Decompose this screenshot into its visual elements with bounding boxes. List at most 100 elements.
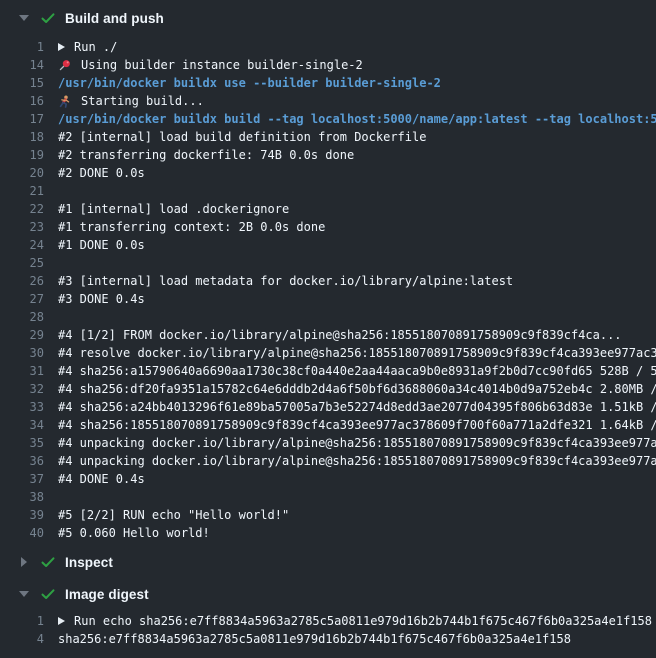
line-number[interactable]: 27 — [0, 292, 44, 306]
line-text: #2 [internal] load build definition from… — [58, 130, 426, 144]
section-header-inspect[interactable]: Inspect — [0, 548, 656, 576]
line-number[interactable]: 35 — [0, 436, 44, 450]
section-title: Image digest — [65, 587, 149, 602]
line-content: #1 [internal] load .dockerignore — [58, 202, 656, 216]
log-line: 1 Run echo sha256:e7ff8834a5963a2785c5a08… — [0, 612, 656, 630]
log-line: 37 #4 DONE 0.4s — [0, 470, 656, 488]
line-content: #4 sha256:a24bb4013296f61e89ba57005a7b3e… — [58, 400, 656, 414]
line-number[interactable]: 28 — [0, 310, 44, 324]
line-content: #1 transferring context: 2B 0.0s done — [58, 220, 656, 234]
line-number[interactable]: 17 — [0, 112, 44, 126]
line-number[interactable]: 30 — [0, 346, 44, 360]
line-text: #1 DONE 0.0s — [58, 238, 145, 252]
command-group-line[interactable]: Run echo sha256:e7ff8834a5963a2785c5a081… — [58, 614, 656, 628]
line-number[interactable]: 23 — [0, 220, 44, 234]
log-line: 1 Run ./ — [0, 38, 656, 56]
line-number[interactable]: 16 — [0, 94, 44, 108]
section-title: Inspect — [65, 555, 113, 570]
line-content: #1 DONE 0.0s — [58, 238, 656, 252]
line-text: #4 unpacking docker.io/library/alpine@sh… — [58, 454, 656, 468]
line-content: #4 [1/2] FROM docker.io/library/alpine@s… — [58, 328, 656, 342]
line-number[interactable]: 15 — [0, 76, 44, 90]
line-content: #4 sha256:df20fa9351a15782c64e6dddb2d4a6… — [58, 382, 656, 396]
section-header-image-digest[interactable]: Image digest — [0, 580, 656, 608]
log-section-build-and-push: Build and push 1 Run ./ 14Using builder ins… — [0, 4, 656, 542]
line-number[interactable]: 39 — [0, 508, 44, 522]
log-line: 17/usr/bin/docker buildx build --tag loc… — [0, 110, 656, 128]
log-section-inspect: Inspect — [0, 548, 656, 576]
log-line: 34 #4 sha256:185518070891758909c9f839cf4c… — [0, 416, 656, 434]
line-number[interactable]: 1 — [0, 614, 44, 628]
line-number[interactable]: 33 — [0, 400, 44, 414]
line-number[interactable]: 36 — [0, 454, 44, 468]
section-header-build-and-push[interactable]: Build and push — [0, 4, 656, 32]
line-content: #3 DONE 0.4s — [58, 292, 656, 306]
line-content: #4 unpacking docker.io/library/alpine@sh… — [58, 454, 656, 468]
log-line: 30 #4 resolve docker.io/library/alpine@sh… — [0, 344, 656, 362]
chevron-right-icon[interactable] — [18, 557, 30, 567]
section-title: Build and push — [65, 11, 164, 26]
line-content: #4 sha256:a15790640a6690aa1730c38cf0a440… — [58, 364, 656, 378]
line-text: Run ./ — [74, 40, 117, 54]
line-number[interactable]: 26 — [0, 274, 44, 288]
run-expand-arrow-icon[interactable] — [58, 617, 65, 625]
command-group-line[interactable]: Run ./ — [58, 40, 656, 54]
line-text: Run echo sha256:e7ff8834a5963a2785c5a081… — [74, 614, 652, 628]
line-number[interactable]: 18 — [0, 130, 44, 144]
line-text: /usr/bin/docker buildx use --builder bui… — [58, 76, 441, 90]
line-number[interactable]: 40 — [0, 526, 44, 540]
line-text: #1 transferring context: 2B 0.0s done — [58, 220, 325, 234]
line-text: #4 unpacking docker.io/library/alpine@sh… — [58, 436, 656, 450]
log-section-image-digest: Image digest 1 Run echo sha256:e7ff8834a59… — [0, 580, 656, 648]
log-lines: 1 Run echo sha256:e7ff8834a5963a2785c5a08… — [0, 612, 656, 648]
status-check-icon — [40, 10, 56, 26]
line-number[interactable]: 25 — [0, 256, 44, 270]
log-line: 22 #1 [internal] load .dockerignore — [0, 200, 656, 218]
line-text: #3 DONE 0.4s — [58, 292, 145, 306]
chevron-down-icon[interactable] — [18, 591, 30, 597]
log-line: 15/usr/bin/docker buildx use --builder b… — [0, 74, 656, 92]
pushpin-icon — [58, 59, 71, 72]
log-line: 24 #1 DONE 0.0s — [0, 236, 656, 254]
log-line: 36 #4 unpacking docker.io/library/alpine@… — [0, 452, 656, 470]
log-line: 39 #5 [2/2] RUN echo "Hello world!" — [0, 506, 656, 524]
line-number[interactable]: 4 — [0, 632, 44, 646]
line-number[interactable]: 31 — [0, 364, 44, 378]
line-number[interactable]: 34 — [0, 418, 44, 432]
line-text: #4 sha256:185518070891758909c9f839cf4ca3… — [58, 418, 656, 432]
line-content: /usr/bin/docker buildx build --tag local… — [58, 112, 656, 126]
log-line: 20#2 DONE 0.0s — [0, 164, 656, 182]
run-expand-arrow-icon[interactable] — [58, 43, 65, 51]
line-text: Starting build... — [81, 94, 204, 108]
line-content: #4 DONE 0.4s — [58, 472, 656, 486]
line-number[interactable]: 21 — [0, 184, 44, 198]
chevron-down-icon[interactable] — [18, 15, 30, 21]
line-content: Starting build... — [58, 94, 656, 108]
line-number[interactable]: 32 — [0, 382, 44, 396]
log-line: 27 #3 DONE 0.4s — [0, 290, 656, 308]
log-lines: 1 Run ./ 14Using builder instance builder-… — [0, 38, 656, 542]
log-line: 18 #2 [internal] load build definition fr… — [0, 128, 656, 146]
line-number[interactable]: 37 — [0, 472, 44, 486]
line-number[interactable]: 1 — [0, 40, 44, 54]
line-text: #5 [2/2] RUN echo "Hello world!" — [58, 508, 289, 522]
line-number[interactable]: 20 — [0, 166, 44, 180]
log-line: 38 — [0, 488, 656, 506]
line-number[interactable]: 14 — [0, 58, 44, 72]
log-line: 40#5 0.060 Hello world! — [0, 524, 656, 542]
line-content: /usr/bin/docker buildx use --builder bui… — [58, 76, 656, 90]
line-number[interactable]: 24 — [0, 238, 44, 252]
line-number[interactable]: 38 — [0, 490, 44, 504]
status-check-icon — [40, 586, 56, 602]
line-number[interactable]: 19 — [0, 148, 44, 162]
runner-icon — [58, 95, 71, 108]
line-content: #2 [internal] load build definition from… — [58, 130, 656, 144]
log-line: 32 #4 sha256:df20fa9351a15782c64e6dddb2d4… — [0, 380, 656, 398]
log-line: 14Using builder instance builder-single-… — [0, 56, 656, 74]
log-line: 28 — [0, 308, 656, 326]
line-content: #4 resolve docker.io/library/alpine@sha2… — [58, 346, 656, 360]
line-number[interactable]: 29 — [0, 328, 44, 342]
log-line: 25 — [0, 254, 656, 272]
log-line: 16 Starting build... — [0, 92, 656, 110]
line-number[interactable]: 22 — [0, 202, 44, 216]
